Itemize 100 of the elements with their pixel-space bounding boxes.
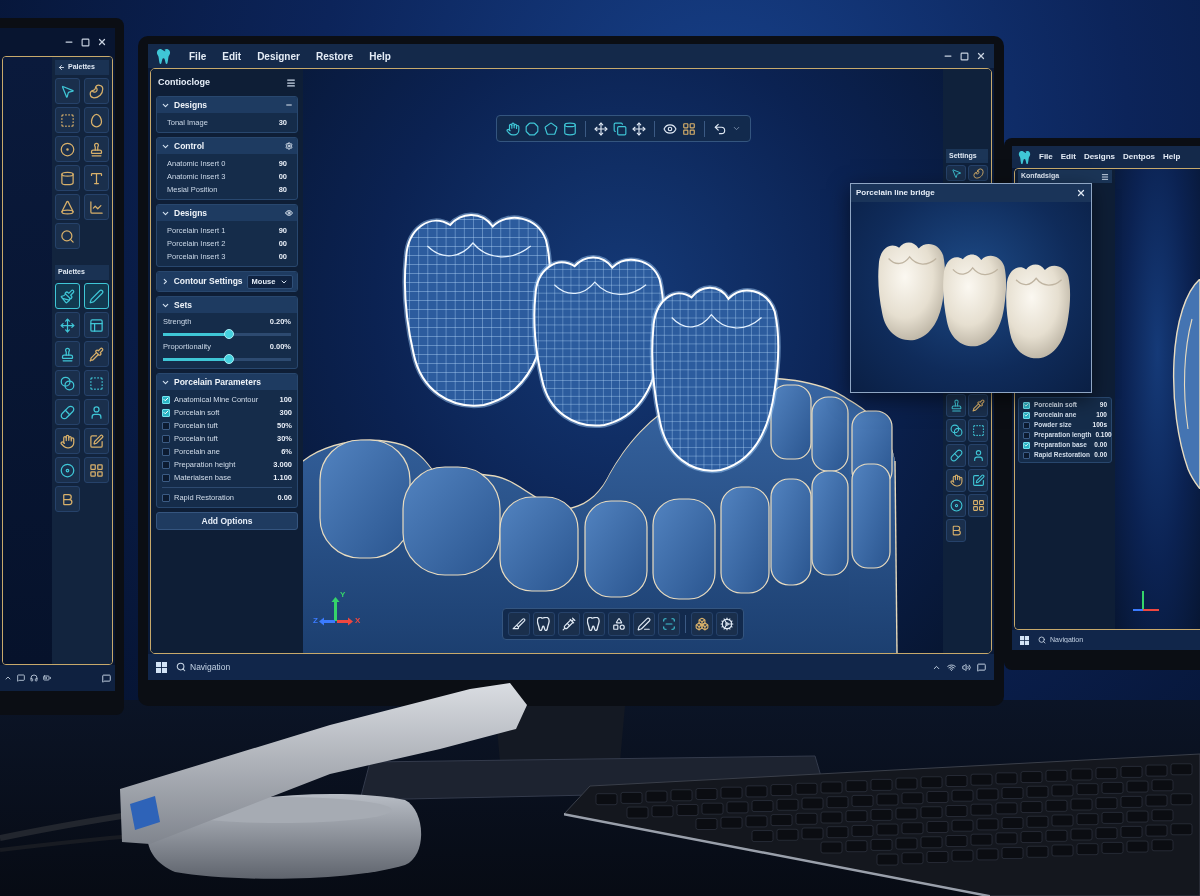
section-header[interactable]: Designs	[157, 205, 297, 221]
tool-button[interactable]	[55, 399, 80, 425]
tool-button[interactable]	[946, 444, 966, 467]
tool-button[interactable]	[83, 136, 109, 162]
menu-item[interactable]: Help	[1163, 151, 1181, 163]
tool-button[interactable]	[83, 194, 109, 220]
checkbox[interactable]	[162, 460, 170, 469]
gear-icon[interactable]	[285, 142, 293, 150]
tool-button[interactable]	[691, 612, 713, 636]
tool-button[interactable]	[55, 428, 80, 454]
menu-item[interactable]: Designs	[1083, 151, 1115, 163]
tool-button[interactable]	[946, 165, 966, 181]
tool-button[interactable]	[508, 612, 530, 636]
tool-button[interactable]	[946, 519, 966, 542]
tool-button[interactable]	[83, 78, 109, 104]
tool-button[interactable]	[55, 457, 80, 483]
tool-button[interactable]	[55, 165, 80, 191]
chevron-up-icon[interactable]	[4, 674, 12, 682]
tool-button[interactable]	[608, 612, 630, 636]
menu-icon[interactable]	[286, 78, 296, 88]
tool-button[interactable]	[968, 494, 988, 517]
collapse-icon[interactable]	[285, 101, 293, 109]
checkbox[interactable]	[162, 434, 170, 443]
tool-button[interactable]	[55, 223, 80, 249]
tool-button[interactable]	[83, 107, 109, 133]
section-header[interactable]: Porcelain Parameters	[157, 374, 297, 390]
search-icon[interactable]	[1038, 636, 1046, 644]
slider-thumb[interactable]	[224, 354, 235, 364]
tool-button[interactable]	[968, 394, 988, 417]
tool-button[interactable]	[583, 612, 605, 636]
tool-button[interactable]	[968, 419, 988, 442]
wifi-icon[interactable]	[947, 662, 956, 672]
tool-button[interactable]	[83, 457, 109, 483]
tool-button[interactable]	[946, 494, 966, 517]
undo-icon[interactable]	[712, 121, 727, 136]
notification-icon[interactable]	[977, 662, 986, 672]
checkbox[interactable]	[1023, 451, 1030, 459]
move-icon[interactable]	[593, 121, 608, 136]
tool-button[interactable]	[55, 78, 80, 104]
tool-button[interactable]	[83, 341, 109, 367]
tool-button[interactable]	[55, 486, 80, 512]
maximize-icon[interactable]	[81, 37, 90, 47]
tool-button[interactable]	[55, 312, 80, 338]
tool-button[interactable]	[55, 136, 80, 162]
section-header[interactable]: Control	[157, 138, 297, 154]
section-header[interactable]: Sets	[157, 297, 297, 313]
start-menu-icon[interactable]	[1020, 635, 1029, 645]
chevron-down-icon[interactable]	[731, 124, 741, 133]
search-field[interactable]: Navigation	[190, 660, 238, 674]
tool-button[interactable]	[55, 341, 80, 367]
checkbox[interactable]	[162, 473, 170, 482]
tool-button[interactable]	[558, 612, 580, 636]
tool-button[interactable]	[83, 312, 109, 338]
menu-item[interactable]: Edit	[222, 48, 242, 64]
checkbox[interactable]	[1023, 431, 1030, 439]
eye-icon[interactable]	[285, 209, 293, 217]
tool-button[interactable]	[633, 612, 655, 636]
move-icon[interactable]	[631, 121, 646, 136]
chat-icon[interactable]	[17, 674, 25, 682]
start-menu-icon[interactable]	[156, 661, 167, 673]
tool-button[interactable]	[946, 469, 966, 492]
tool-button[interactable]	[83, 165, 109, 191]
battery-icon[interactable]	[43, 674, 51, 682]
chevron-right-icon[interactable]	[161, 277, 170, 286]
menu-item[interactable]: Restore	[315, 48, 354, 64]
slider-thumb[interactable]	[224, 329, 235, 339]
maximize-icon[interactable]	[960, 51, 969, 61]
notification-icon[interactable]	[102, 673, 111, 683]
checkbox[interactable]	[162, 421, 170, 430]
3d-viewport[interactable]	[1115, 169, 1200, 629]
close-icon[interactable]	[1076, 188, 1086, 198]
grid-icon[interactable]	[681, 121, 696, 136]
menu-item[interactable]: Help	[369, 48, 391, 64]
tool-button[interactable]	[946, 394, 966, 417]
tool-button[interactable]	[83, 428, 109, 454]
close-icon[interactable]	[97, 37, 107, 47]
eye-icon[interactable]	[662, 121, 677, 136]
tool-button[interactable]	[533, 612, 555, 636]
pentagon-icon[interactable]	[543, 121, 558, 136]
section-header[interactable]: Designs	[157, 97, 297, 113]
search-icon[interactable]	[176, 662, 186, 672]
add-options-button[interactable]: Add Options	[156, 512, 298, 530]
tool-button[interactable]	[716, 612, 738, 636]
tool-button[interactable]	[55, 194, 80, 220]
tool-button[interactable]	[83, 399, 109, 425]
tool-button[interactable]	[968, 444, 988, 467]
tool-button[interactable]	[968, 469, 988, 492]
checkbox[interactable]	[1023, 421, 1030, 429]
tool-button[interactable]	[946, 419, 966, 442]
back-arrow-icon[interactable]	[58, 64, 65, 71]
checkbox[interactable]	[162, 493, 170, 502]
speaker-icon[interactable]	[962, 662, 971, 672]
copy-icon[interactable]	[612, 121, 627, 136]
menu-item[interactable]: Dentpos	[1123, 151, 1155, 163]
menu-icon[interactable]	[1101, 172, 1109, 181]
tool-button[interactable]	[83, 283, 109, 309]
menu-item[interactable]: Designer	[257, 48, 300, 64]
menu-item[interactable]: File	[189, 48, 207, 64]
close-icon[interactable]	[976, 51, 986, 61]
menu-item[interactable]: File	[1039, 151, 1053, 163]
